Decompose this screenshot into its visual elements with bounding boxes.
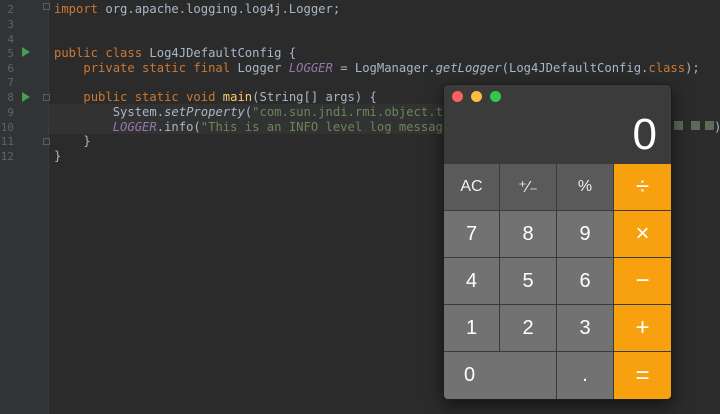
code-line: }	[54, 149, 62, 163]
rendering-artifact	[691, 121, 700, 130]
divide-button[interactable]: ÷	[614, 164, 671, 211]
code-line: }	[83, 134, 91, 148]
zero-button[interactable]: 0	[444, 352, 557, 399]
close-button[interactable]	[452, 91, 463, 102]
multiply-button[interactable]: ×	[614, 211, 671, 258]
decimal-button[interactable]: .	[557, 352, 614, 399]
three-button[interactable]: 3	[557, 305, 614, 352]
line-number: 5	[7, 47, 14, 60]
zoom-button[interactable]	[490, 91, 501, 102]
rendering-artifact	[705, 121, 714, 130]
run-class-icon[interactable]	[22, 47, 30, 57]
calculator-keypad: AC ⁺∕₋ % ÷ 7 8 9 × 4 5 6 − 1 2 3 + 0 . =	[444, 164, 671, 399]
minimize-button[interactable]	[471, 91, 482, 102]
nine-button[interactable]: 9	[557, 211, 614, 258]
fold-icon[interactable]	[43, 138, 50, 145]
equals-button[interactable]: =	[614, 352, 671, 399]
minus-button[interactable]: −	[614, 258, 671, 305]
two-button[interactable]: 2	[500, 305, 557, 352]
seven-button[interactable]: 7	[444, 211, 500, 258]
code-line: import org.apache.logging.log4j.Logger;	[54, 2, 341, 16]
code-line: System.setProperty("com.sun.jndi.rmi.obj…	[112, 105, 473, 119]
editor-gutter: 2 3 4 5 6 7 8 9 10 11 12	[0, 0, 50, 414]
line-number: 2	[7, 3, 14, 16]
code-line: public static void main(String[] args) {	[83, 90, 377, 104]
line-number: 3	[7, 18, 14, 31]
rendering-artifact	[674, 121, 683, 130]
line-number: 9	[7, 106, 14, 119]
code-line: )	[714, 120, 720, 135]
calculator-display: 0	[632, 110, 657, 159]
line-number: 12	[0, 150, 14, 163]
line-number: 4	[7, 33, 14, 46]
five-button[interactable]: 5	[500, 258, 557, 305]
line-number: 8	[7, 91, 14, 104]
code-line: private static final Logger LOGGER = Log…	[83, 61, 700, 75]
one-button[interactable]: 1	[444, 305, 500, 352]
line-number: 11	[0, 135, 14, 148]
ac-button[interactable]: AC	[444, 164, 500, 211]
six-button[interactable]: 6	[557, 258, 614, 305]
line-number: 7	[7, 76, 14, 89]
line-number: 6	[7, 62, 14, 75]
plus-button[interactable]: +	[614, 305, 671, 352]
code-line: public class Log4JDefaultConfig {	[54, 46, 297, 60]
percent-button[interactable]: %	[557, 164, 614, 211]
plus-minus-button[interactable]: ⁺∕₋	[500, 164, 557, 211]
calculator-window[interactable]: 0 AC ⁺∕₋ % ÷ 7 8 9 × 4 5 6 − 1 2 3 + 0 .…	[443, 84, 672, 400]
run-main-icon[interactable]	[22, 92, 30, 102]
eight-button[interactable]: 8	[500, 211, 557, 258]
fold-icon[interactable]	[43, 94, 50, 101]
four-button[interactable]: 4	[444, 258, 500, 305]
code-line: LOGGER.info("This is an INFO level log m…	[112, 120, 458, 134]
line-number: 10	[0, 121, 14, 134]
fold-icon[interactable]	[43, 3, 50, 10]
